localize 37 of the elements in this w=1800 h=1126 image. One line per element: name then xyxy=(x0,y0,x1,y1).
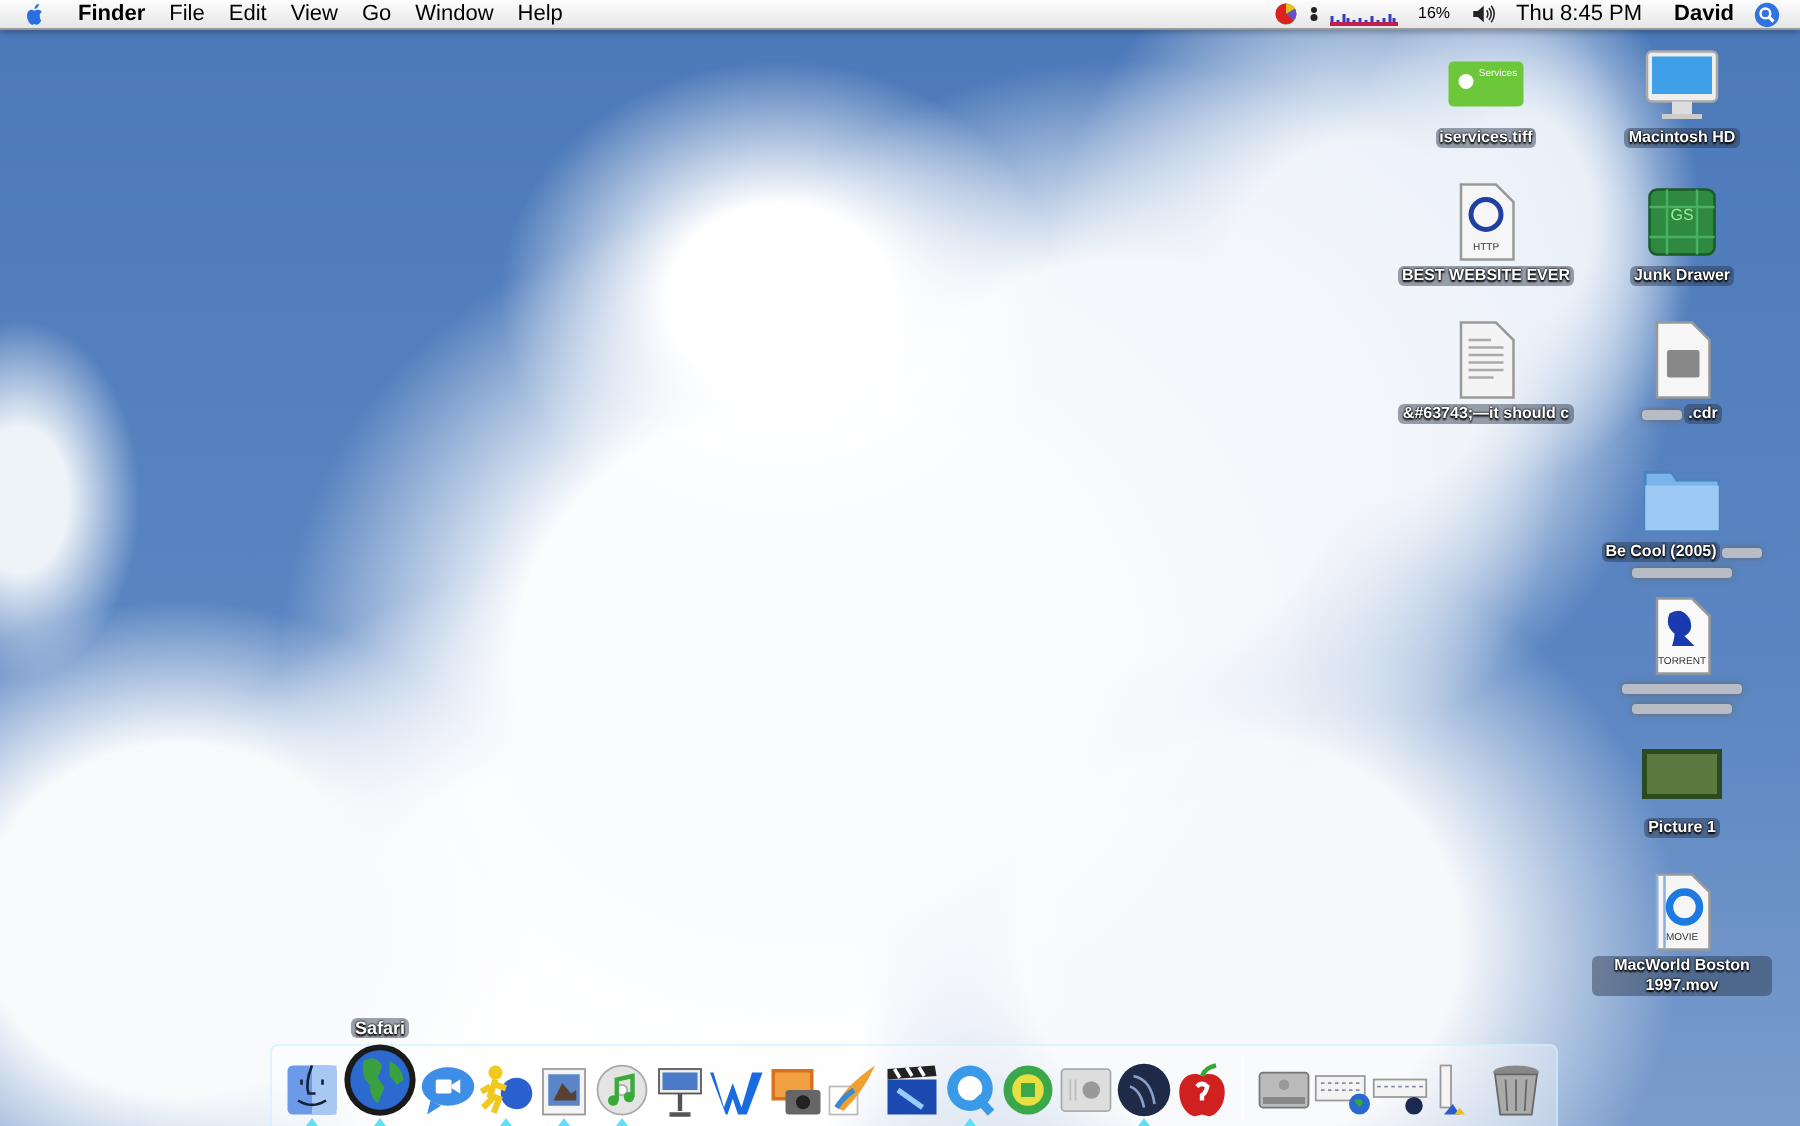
battery-percentage[interactable]: 16% xyxy=(1406,0,1463,28)
icon-badge-text: GS xyxy=(1670,210,1694,222)
globe-icon[interactable] xyxy=(342,1042,418,1118)
sphere-icon[interactable] xyxy=(1116,1062,1172,1118)
menu-item[interactable]: Help xyxy=(505,0,575,28)
podium-icon[interactable] xyxy=(652,1062,708,1118)
clapperboard-icon[interactable] xyxy=(884,1062,940,1118)
picture-frame-icon[interactable] xyxy=(536,1062,592,1118)
cube-icon[interactable] xyxy=(1642,182,1722,262)
menu-item[interactable]: View xyxy=(278,0,350,28)
icon-label[interactable]: Picture 1 xyxy=(1644,818,1720,838)
monitor-icon[interactable] xyxy=(1642,44,1722,124)
menu-item[interactable]: Go xyxy=(349,0,404,28)
trash-icon[interactable] xyxy=(1488,1062,1544,1118)
apple-question-icon[interactable] xyxy=(1174,1062,1230,1118)
pie-chart-icon[interactable] xyxy=(1274,2,1299,26)
face-icon[interactable] xyxy=(284,1062,340,1118)
blurred-label xyxy=(1632,568,1732,578)
blurred-label xyxy=(1632,704,1732,714)
icon-label[interactable]: .cdr xyxy=(1684,404,1722,424)
icon-label[interactable]: Macintosh HD xyxy=(1624,128,1740,148)
clock[interactable]: Thu 8:45 PM xyxy=(1504,0,1655,28)
app-menu[interactable]: Finder xyxy=(66,0,158,28)
icon-label[interactable]: MacWorld Boston 1997.mov xyxy=(1592,956,1772,996)
dots-icon[interactable] xyxy=(1306,2,1323,26)
user-name[interactable]: David xyxy=(1662,0,1746,28)
volume-icon[interactable] xyxy=(1470,2,1497,26)
apple-menu-icon[interactable] xyxy=(24,1,48,27)
search-icon[interactable] xyxy=(1754,1,1780,27)
icon-label[interactable]: Junk Drawer xyxy=(1629,266,1735,286)
menu-item[interactable]: Edit xyxy=(216,0,279,28)
icon-label[interactable]: Be Cool (2005) xyxy=(1601,542,1721,562)
menu-item[interactable]: Window xyxy=(403,0,506,28)
running-figure-icon[interactable] xyxy=(478,1062,534,1118)
menu-item[interactable]: File xyxy=(157,0,217,28)
speech-bubble-icon[interactable] xyxy=(420,1062,476,1118)
dock-tooltip-label: Safari xyxy=(351,1018,409,1038)
